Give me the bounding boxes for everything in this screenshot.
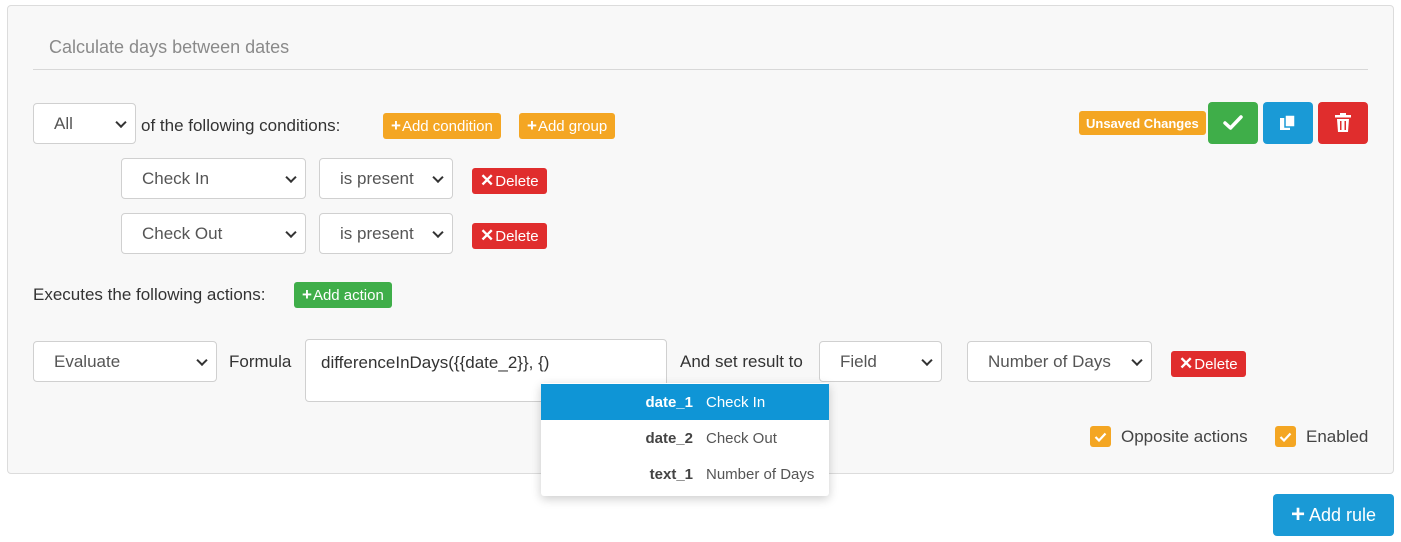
unsaved-changes-badge: Unsaved Changes bbox=[1079, 111, 1206, 135]
enabled-checkbox[interactable] bbox=[1275, 426, 1296, 447]
conditions-label: of the following conditions: bbox=[141, 116, 341, 135]
match-select[interactable]: All bbox=[33, 103, 136, 144]
plus-icon: + bbox=[527, 116, 537, 135]
duplicate-button[interactable] bbox=[1263, 102, 1313, 144]
title-divider bbox=[33, 69, 1368, 70]
chevron-down-icon bbox=[285, 171, 297, 183]
close-icon: ✕ bbox=[1179, 354, 1194, 373]
rule-title: Calculate days between dates bbox=[49, 37, 290, 57]
check-icon bbox=[1094, 432, 1107, 442]
check-icon bbox=[1223, 115, 1243, 130]
opposite-actions-checkbox[interactable] bbox=[1090, 426, 1111, 447]
action-type-select[interactable]: Evaluate bbox=[33, 341, 217, 382]
target-field-select[interactable]: Number of Days bbox=[967, 341, 1152, 382]
actions-label: Executes the following actions: bbox=[33, 285, 266, 304]
condition-operator-select[interactable]: is present bbox=[319, 158, 453, 199]
add-rule-button[interactable]: + Add rule bbox=[1273, 494, 1394, 536]
condition-operator-select[interactable]: is present bbox=[319, 213, 453, 254]
opposite-actions-label: Opposite actions bbox=[1121, 427, 1248, 446]
enabled-label: Enabled bbox=[1306, 427, 1369, 446]
match-select-value: All bbox=[54, 113, 73, 133]
chevron-down-icon bbox=[921, 354, 933, 366]
autocomplete-option[interactable]: date_1 Check In bbox=[541, 384, 829, 420]
save-button[interactable] bbox=[1208, 102, 1258, 144]
add-action-button[interactable]: + Add action bbox=[294, 282, 392, 308]
check-icon bbox=[1279, 432, 1292, 442]
chevron-down-icon bbox=[115, 116, 127, 128]
chevron-down-icon bbox=[432, 171, 444, 183]
formula-label: Formula bbox=[229, 352, 292, 371]
trash-icon bbox=[1335, 113, 1351, 132]
condition-field-select[interactable]: Check In bbox=[121, 158, 306, 199]
chevron-down-icon bbox=[1131, 354, 1143, 366]
chevron-down-icon bbox=[432, 226, 444, 238]
add-group-button[interactable]: + Add group bbox=[519, 113, 616, 139]
target-type-select[interactable]: Field bbox=[819, 341, 942, 382]
delete-condition-button[interactable]: ✕ Delete bbox=[472, 223, 547, 249]
plus-icon: + bbox=[302, 285, 312, 304]
delete-action-button[interactable]: ✕ Delete bbox=[1171, 351, 1246, 377]
chevron-down-icon bbox=[285, 226, 297, 238]
set-result-label: And set result to bbox=[680, 352, 803, 371]
delete-rule-button[interactable] bbox=[1318, 102, 1368, 144]
autocomplete-dropdown: date_1 Check In date_2 Check Out text_1 … bbox=[541, 383, 829, 496]
add-condition-button[interactable]: + Add condition bbox=[383, 113, 501, 139]
plus-icon: + bbox=[391, 116, 401, 135]
delete-condition-button[interactable]: ✕ Delete bbox=[472, 168, 547, 194]
copy-icon bbox=[1280, 114, 1296, 130]
autocomplete-option[interactable]: text_1 Number of Days bbox=[541, 456, 829, 492]
autocomplete-option[interactable]: date_2 Check Out bbox=[541, 420, 829, 456]
condition-field-select[interactable]: Check Out bbox=[121, 213, 306, 254]
close-icon: ✕ bbox=[480, 226, 495, 245]
chevron-down-icon bbox=[196, 354, 208, 366]
formula-value: differenceInDays({{date_2}}, {) bbox=[321, 353, 550, 372]
plus-icon: + bbox=[1290, 501, 1305, 528]
close-icon: ✕ bbox=[480, 171, 495, 190]
